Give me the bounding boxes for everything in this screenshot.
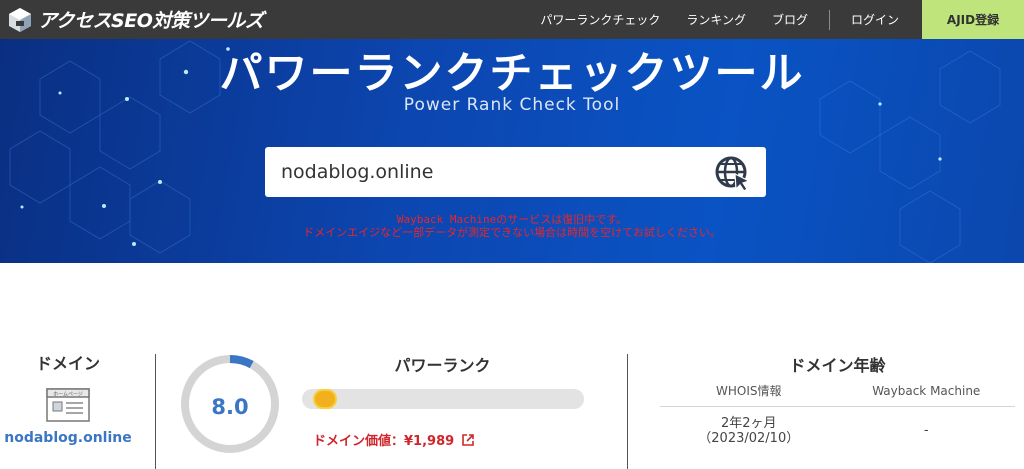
wayback-value: - <box>923 423 929 438</box>
power-rank-score: 8.0 <box>211 395 249 419</box>
notice-line-1: Wayback Machineのサービスは復旧中です。 <box>396 213 628 226</box>
wayback-cell: - <box>838 416 1016 446</box>
hero-banner: パワーランクチェックツール Power Rank Check Tool Wayb… <box>0 39 1024 263</box>
domain-value-link[interactable]: ドメイン価値：¥1,989 <box>313 430 474 449</box>
domain-value-amount: ¥1,989 <box>404 434 455 449</box>
power-rank-bar-knob <box>312 389 337 409</box>
nav-divider <box>828 9 830 30</box>
domain-link[interactable]: nodablog.online <box>0 430 136 446</box>
power-rank-bar-track <box>302 389 584 409</box>
logo-text: アクセスSEO対策ツールズ <box>38 10 264 32</box>
globe-cursor-search-icon[interactable] <box>714 154 752 192</box>
power-rank-label: パワーランク <box>394 356 491 375</box>
whois-age: 2年2ヶ月 <box>720 416 777 431</box>
power-rank-header: パワーランク <box>300 352 585 376</box>
domain-age-label: ドメイン年齢 <box>789 356 886 375</box>
whois-date: （2023/02/10） <box>698 431 800 446</box>
main-nav: パワーランクチェック ランキング ブログ ログイン AJID登録 <box>527 0 1024 39</box>
page-subtitle: Power Rank Check Tool <box>403 95 621 115</box>
domain-age-table-head: WHOIS情報 Wayback Machine <box>660 381 1015 407</box>
domain-age-row: 2年2ヶ月 （2023/02/10） - <box>660 416 1015 446</box>
domain-value-label: ドメイン価値： <box>313 434 405 449</box>
top-nav-bar: アクセスSEO対策ツールズ パワーランクチェック ランキング ブログ ログイン … <box>0 0 1024 39</box>
nav-power-rank-check[interactable]: パワーランクチェック <box>527 11 673 28</box>
page-title: パワーランクチェックツール <box>219 49 805 99</box>
domain-age-header: ドメイン年齢 <box>660 352 1015 376</box>
site-logo[interactable]: アクセスSEO対策ツールズ <box>8 6 264 33</box>
ajid-register-button[interactable]: AJID登録 <box>922 0 1024 39</box>
nav-blog[interactable]: ブログ <box>759 11 821 28</box>
whois-cell: 2年2ヶ月 （2023/02/10） <box>660 416 838 446</box>
cube-logo-icon <box>9 7 31 32</box>
homepage-icon-caption: ホームページ <box>53 392 83 398</box>
nav-login[interactable]: ログイン <box>838 11 912 28</box>
homepage-icon: ホームページ <box>46 388 90 422</box>
section-divider <box>155 354 156 469</box>
domain-label: ドメイン <box>35 354 100 373</box>
external-link-icon <box>461 434 474 446</box>
col-wayback: Wayback Machine <box>872 384 981 398</box>
nav-ranking[interactable]: ランキング <box>673 11 759 28</box>
domain-search-input[interactable] <box>281 147 701 197</box>
col-whois: WHOIS情報 <box>716 384 782 398</box>
section-divider <box>627 354 628 469</box>
domain-panel-header: ドメイン <box>0 350 136 374</box>
domain-search-box <box>265 147 766 197</box>
service-notice: Wayback Machineのサービスは復旧中です。 ドメインエイジなど一部デ… <box>0 213 1024 239</box>
notice-line-2: ドメインエイジなど一部データが測定できない場合は時間を空けてお試しください。 <box>303 226 721 239</box>
